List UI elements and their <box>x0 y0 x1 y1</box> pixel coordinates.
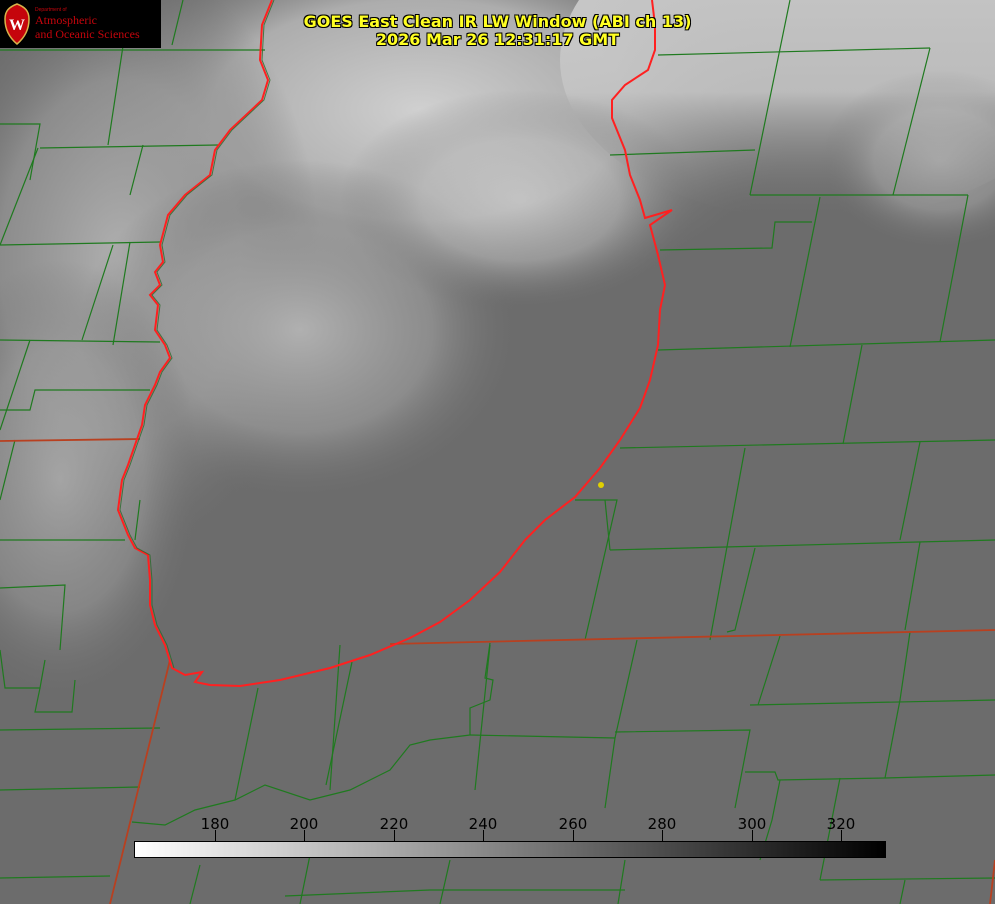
colorbar-tick-label: 320 <box>826 815 856 833</box>
colorbar-tick-label: 280 <box>647 815 677 833</box>
colorbar-tick-label: 180 <box>200 815 230 833</box>
colorbar-tick-label: 300 <box>737 815 767 833</box>
colorbar-tick-label: 220 <box>379 815 409 833</box>
colorbar-tick-label: 240 <box>468 815 498 833</box>
cloud-field <box>0 0 995 904</box>
location-marker <box>598 482 604 488</box>
timestamp-title: 2026 Mar 26 12:31:17 GMT <box>375 30 620 49</box>
satellite-map <box>0 0 995 904</box>
colorbar <box>134 841 886 858</box>
product-title: GOES East Clean IR LW Window (ABI ch 13) <box>303 12 692 31</box>
colorbar-tick-label: 200 <box>289 815 319 833</box>
colorbar-tick-label: 260 <box>558 815 588 833</box>
